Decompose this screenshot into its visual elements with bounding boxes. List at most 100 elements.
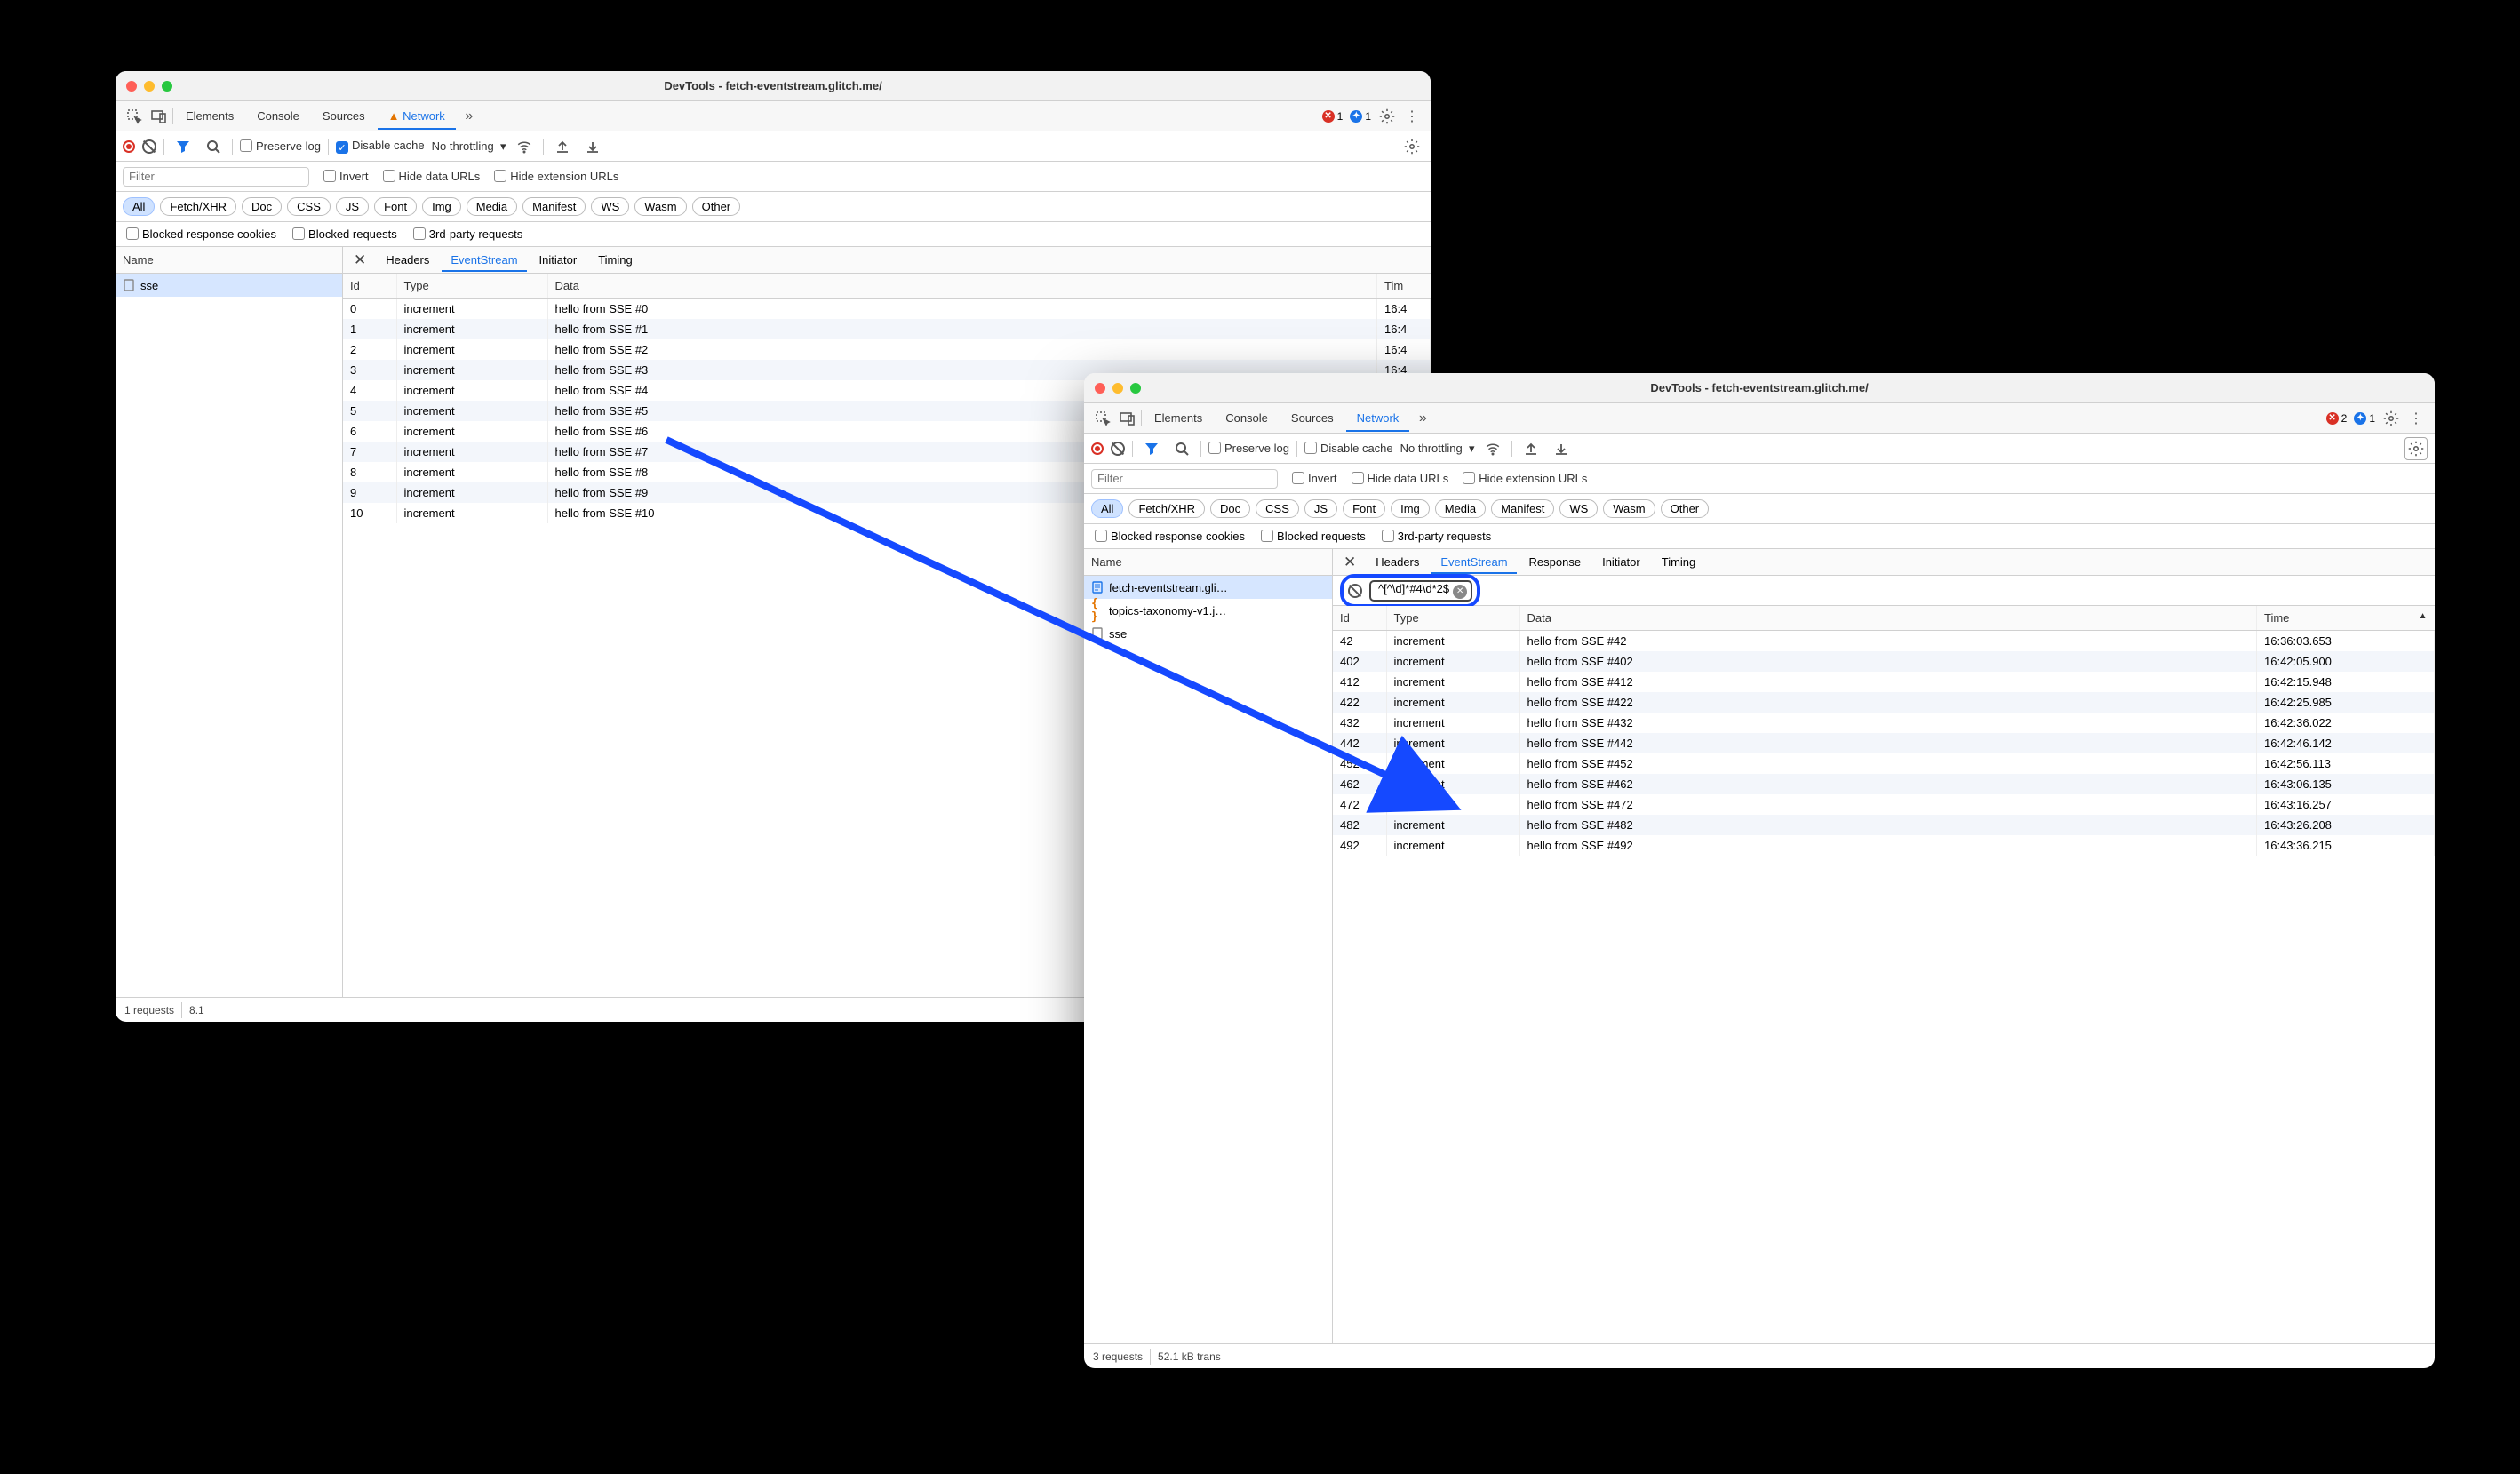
close-detail-icon[interactable]: ✕ [347,251,373,269]
blocked-requests-checkbox[interactable]: Blocked requests [292,227,397,241]
tab-elements[interactable]: Elements [1144,404,1213,432]
request-row[interactable]: { }topics-taxonomy-v1.j… [1084,599,1332,622]
es-col-id[interactable]: Id [1333,606,1386,631]
es-col-time[interactable]: Tim [1377,274,1431,299]
filter-icon[interactable] [171,135,195,158]
settings-icon[interactable] [1376,105,1399,128]
es-col-type[interactable]: Type [396,274,547,299]
download-icon[interactable] [581,135,604,158]
third-party-checkbox[interactable]: 3rd-party requests [1382,530,1492,543]
search-icon[interactable] [1170,437,1193,460]
tab-elements[interactable]: Elements [175,102,244,130]
invert-checkbox[interactable]: Invert [1292,472,1337,485]
blocked-cookies-checkbox[interactable]: Blocked response cookies [126,227,276,241]
eventstream-row[interactable]: 482incrementhello from SSE #48216:43:26.… [1333,815,2435,835]
error-badge[interactable]: ✕1 [1320,110,1346,123]
tab-sources[interactable]: Sources [312,102,376,130]
type-filter-css[interactable]: CSS [287,197,331,216]
blocked-cookies-checkbox[interactable]: Blocked response cookies [1095,530,1245,543]
detail-tab-initiator[interactable]: Initiator [1593,550,1649,574]
eventstream-row[interactable]: 452incrementhello from SSE #45216:42:56.… [1333,753,2435,774]
filter-input[interactable] [1091,469,1278,489]
type-filter-wasm[interactable]: Wasm [1603,499,1655,518]
type-filter-wasm[interactable]: Wasm [634,197,686,216]
record-icon[interactable] [1091,442,1104,455]
type-filter-all[interactable]: All [123,197,155,216]
detail-tab-initiator[interactable]: Initiator [530,248,586,272]
info-badge[interactable]: ✦1 [2351,412,2378,425]
throttling-select[interactable]: No throttling ▾ [432,139,506,154]
detail-tab-eventstream[interactable]: EventStream [442,248,526,272]
eventstream-row[interactable]: 422incrementhello from SSE #42216:42:25.… [1333,692,2435,713]
invert-checkbox[interactable]: Invert [323,170,369,183]
es-col-time[interactable]: Time▲ [2257,606,2435,631]
type-filter-doc[interactable]: Doc [1210,499,1250,518]
es-col-data[interactable]: Data [547,274,1377,299]
filter-icon[interactable] [1140,437,1163,460]
type-filter-media[interactable]: Media [467,197,517,216]
hide-extension-urls-checkbox[interactable]: Hide extension URLs [494,170,618,183]
tab-console[interactable]: Console [1215,404,1279,432]
type-filter-img[interactable]: Img [1391,499,1430,518]
filter-input[interactable] [123,167,309,187]
device-toolbar-icon[interactable] [148,105,171,128]
network-settings-icon[interactable] [2404,437,2428,460]
kebab-menu-icon[interactable]: ⋮ [2404,407,2428,430]
eventstream-row[interactable]: 442incrementhello from SSE #44216:42:46.… [1333,733,2435,753]
type-filter-fetchxhr[interactable]: Fetch/XHR [160,197,236,216]
type-filter-font[interactable]: Font [374,197,417,216]
eventstream-row[interactable]: 0incrementhello from SSE #016:4 [343,299,1431,320]
es-col-data[interactable]: Data [1519,606,2257,631]
type-filter-manifest[interactable]: Manifest [522,197,586,216]
detail-tab-response[interactable]: Response [1520,550,1591,574]
disable-cache-checkbox[interactable]: Disable cache [1304,442,1393,455]
tab-network[interactable]: Network [1346,404,1410,432]
type-filter-fetchxhr[interactable]: Fetch/XHR [1128,499,1205,518]
type-filter-css[interactable]: CSS [1256,499,1299,518]
inspect-icon[interactable] [123,105,146,128]
request-row[interactable]: fetch-eventstream.gli… [1084,576,1332,599]
upload-icon[interactable] [551,135,574,158]
search-icon[interactable] [202,135,225,158]
more-tabs-icon[interactable]: » [458,105,481,128]
info-badge[interactable]: ✦1 [1347,110,1374,123]
hide-data-urls-checkbox[interactable]: Hide data URLs [1352,472,1449,485]
error-badge[interactable]: ✕2 [2324,412,2350,425]
type-filter-font[interactable]: Font [1343,499,1385,518]
download-icon[interactable] [1550,437,1573,460]
clear-eventstream-icon[interactable] [1348,584,1362,598]
name-column-header[interactable]: Name [116,247,342,274]
network-settings-icon[interactable] [1400,135,1423,158]
clear-filter-icon[interactable]: ✕ [1453,585,1467,599]
detail-tab-timing[interactable]: Timing [1653,550,1705,574]
type-filter-doc[interactable]: Doc [242,197,282,216]
type-filter-ws[interactable]: WS [1559,499,1598,518]
type-filter-ws[interactable]: WS [591,197,629,216]
clear-icon[interactable] [142,139,156,154]
name-column-header[interactable]: Name [1084,549,1332,576]
eventstream-row[interactable]: 462incrementhello from SSE #46216:43:06.… [1333,774,2435,794]
tab-sources[interactable]: Sources [1280,404,1344,432]
record-icon[interactable] [123,140,135,153]
wifi-icon[interactable] [1481,437,1504,460]
type-filter-other[interactable]: Other [1661,499,1710,518]
tab-console[interactable]: Console [246,102,310,130]
hide-data-urls-checkbox[interactable]: Hide data URLs [383,170,481,183]
device-toolbar-icon[interactable] [1116,407,1139,430]
eventstream-row[interactable]: 402incrementhello from SSE #40216:42:05.… [1333,651,2435,672]
disable-cache-checkbox[interactable]: ✓Disable cache [336,139,425,155]
close-detail-icon[interactable]: ✕ [1336,554,1363,571]
upload-icon[interactable] [1519,437,1543,460]
type-filter-all[interactable]: All [1091,499,1123,518]
eventstream-row[interactable]: 432incrementhello from SSE #43216:42:36.… [1333,713,2435,733]
type-filter-js[interactable]: JS [336,197,369,216]
es-col-id[interactable]: Id [343,274,396,299]
eventstream-row[interactable]: 412incrementhello from SSE #41216:42:15.… [1333,672,2435,692]
clear-icon[interactable] [1111,442,1125,456]
type-filter-manifest[interactable]: Manifest [1491,499,1554,518]
preserve-log-checkbox[interactable]: Preserve log [1208,442,1289,455]
request-row[interactable]: sse [1084,622,1332,645]
type-filter-other[interactable]: Other [692,197,741,216]
detail-tab-headers[interactable]: Headers [377,248,438,272]
tab-network[interactable]: ▲ Network [378,102,456,130]
